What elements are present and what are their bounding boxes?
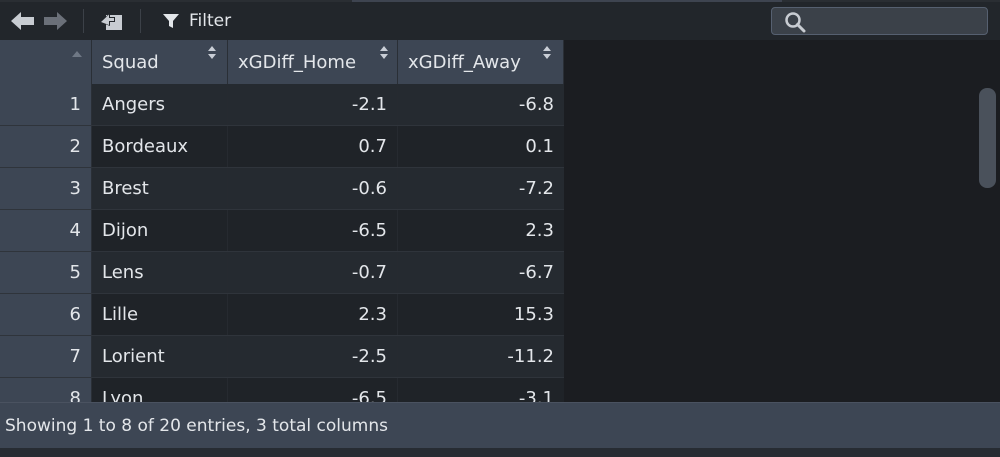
filter-icon[interactable] — [162, 10, 180, 32]
filter-button-label[interactable]: Filter — [189, 10, 231, 32]
search-box[interactable] — [771, 7, 988, 37]
sort-icon — [72, 51, 82, 57]
entries-status-text: Showing 1 to 8 of 20 entries, 3 total co… — [5, 416, 388, 436]
column-header-index[interactable] — [0, 40, 92, 84]
sort-icon[interactable] — [380, 46, 390, 60]
cell-squad[interactable]: Brest — [92, 168, 228, 209]
row-index: 1 — [0, 84, 92, 125]
cell-xgdiff-away[interactable]: -3.1 — [398, 378, 564, 402]
toolbar-separator — [140, 9, 141, 33]
table-row[interactable]: 2 Bordeaux 0.7 0.1 — [0, 126, 564, 168]
cell-xgdiff-away[interactable]: 0.1 — [398, 126, 564, 167]
empty-grid-area — [564, 40, 1000, 402]
row-index: 8 — [0, 378, 92, 402]
vertical-scrollbar[interactable] — [975, 88, 1000, 402]
cell-xgdiff-home[interactable]: -2.1 — [228, 84, 398, 125]
column-header-xgdiff-away[interactable]: xGDiff_Away — [398, 40, 564, 84]
cell-xgdiff-away[interactable]: -11.2 — [398, 336, 564, 377]
data-table: Squad xGDiff_Home xGDiff_Away 1 Angers -… — [0, 40, 1000, 402]
cell-xgdiff-away[interactable]: 15.3 — [398, 294, 564, 335]
row-index: 7 — [0, 336, 92, 377]
row-index: 4 — [0, 210, 92, 251]
table-row[interactable]: 3 Brest -0.6 -7.2 — [0, 168, 564, 210]
cell-squad[interactable]: Bordeaux — [92, 126, 228, 167]
table-row[interactable]: 5 Lens -0.7 -6.7 — [0, 252, 564, 294]
row-index: 3 — [0, 168, 92, 209]
table-row[interactable]: 7 Lorient -2.5 -11.2 — [0, 336, 564, 378]
toolbar: Filter — [0, 2, 1000, 40]
cell-squad[interactable]: Lyon — [92, 378, 228, 402]
cell-xgdiff-home[interactable]: -0.7 — [228, 252, 398, 293]
cell-xgdiff-away[interactable]: -7.2 — [398, 168, 564, 209]
cell-xgdiff-home[interactable]: -0.6 — [228, 168, 398, 209]
cell-xgdiff-home[interactable]: -2.5 — [228, 336, 398, 377]
cell-squad[interactable]: Lorient — [92, 336, 228, 377]
row-index: 5 — [0, 252, 92, 293]
scrollbar-thumb[interactable] — [979, 88, 996, 188]
column-header-squad[interactable]: Squad — [92, 40, 228, 84]
bottom-strip — [0, 448, 1000, 457]
sort-icon[interactable] — [208, 46, 218, 60]
search-input[interactable] — [808, 8, 988, 36]
back-arrow-icon[interactable] — [10, 10, 36, 32]
cell-xgdiff-home[interactable]: -6.5 — [228, 378, 398, 402]
forward-arrow-icon[interactable] — [42, 10, 68, 32]
table-row[interactable]: 6 Lille 2.3 15.3 — [0, 294, 564, 336]
column-header-xgdiff-home[interactable]: xGDiff_Home — [228, 40, 398, 84]
column-header-label: xGDiff_Home — [238, 52, 357, 73]
cell-squad[interactable]: Lille — [92, 294, 228, 335]
toolbar-separator — [83, 9, 84, 33]
cell-xgdiff-home[interactable]: 0.7 — [228, 126, 398, 167]
cell-squad[interactable]: Lens — [92, 252, 228, 293]
status-bar: Showing 1 to 8 of 20 entries, 3 total co… — [0, 402, 1000, 448]
cell-squad[interactable]: Dijon — [92, 210, 228, 251]
cell-xgdiff-away[interactable]: -6.7 — [398, 252, 564, 293]
table-row[interactable]: 4 Dijon -6.5 2.3 — [0, 210, 564, 252]
table-row[interactable]: 1 Angers -2.1 -6.8 — [0, 84, 564, 126]
cell-xgdiff-away[interactable]: -6.8 — [398, 84, 564, 125]
row-index: 2 — [0, 126, 92, 167]
cell-squad[interactable]: Angers — [92, 84, 228, 125]
cell-xgdiff-home[interactable]: -6.5 — [228, 210, 398, 251]
cell-xgdiff-away[interactable]: 2.3 — [398, 210, 564, 251]
search-icon — [784, 11, 806, 37]
column-header-label: Squad — [102, 52, 159, 73]
column-header-label: xGDiff_Away — [408, 52, 521, 73]
row-index: 6 — [0, 294, 92, 335]
sort-icon[interactable] — [543, 46, 553, 60]
cell-xgdiff-home[interactable]: 2.3 — [228, 294, 398, 335]
table-row[interactable]: 8 Lyon -6.5 -3.1 — [0, 378, 564, 402]
popout-icon[interactable] — [98, 10, 126, 32]
